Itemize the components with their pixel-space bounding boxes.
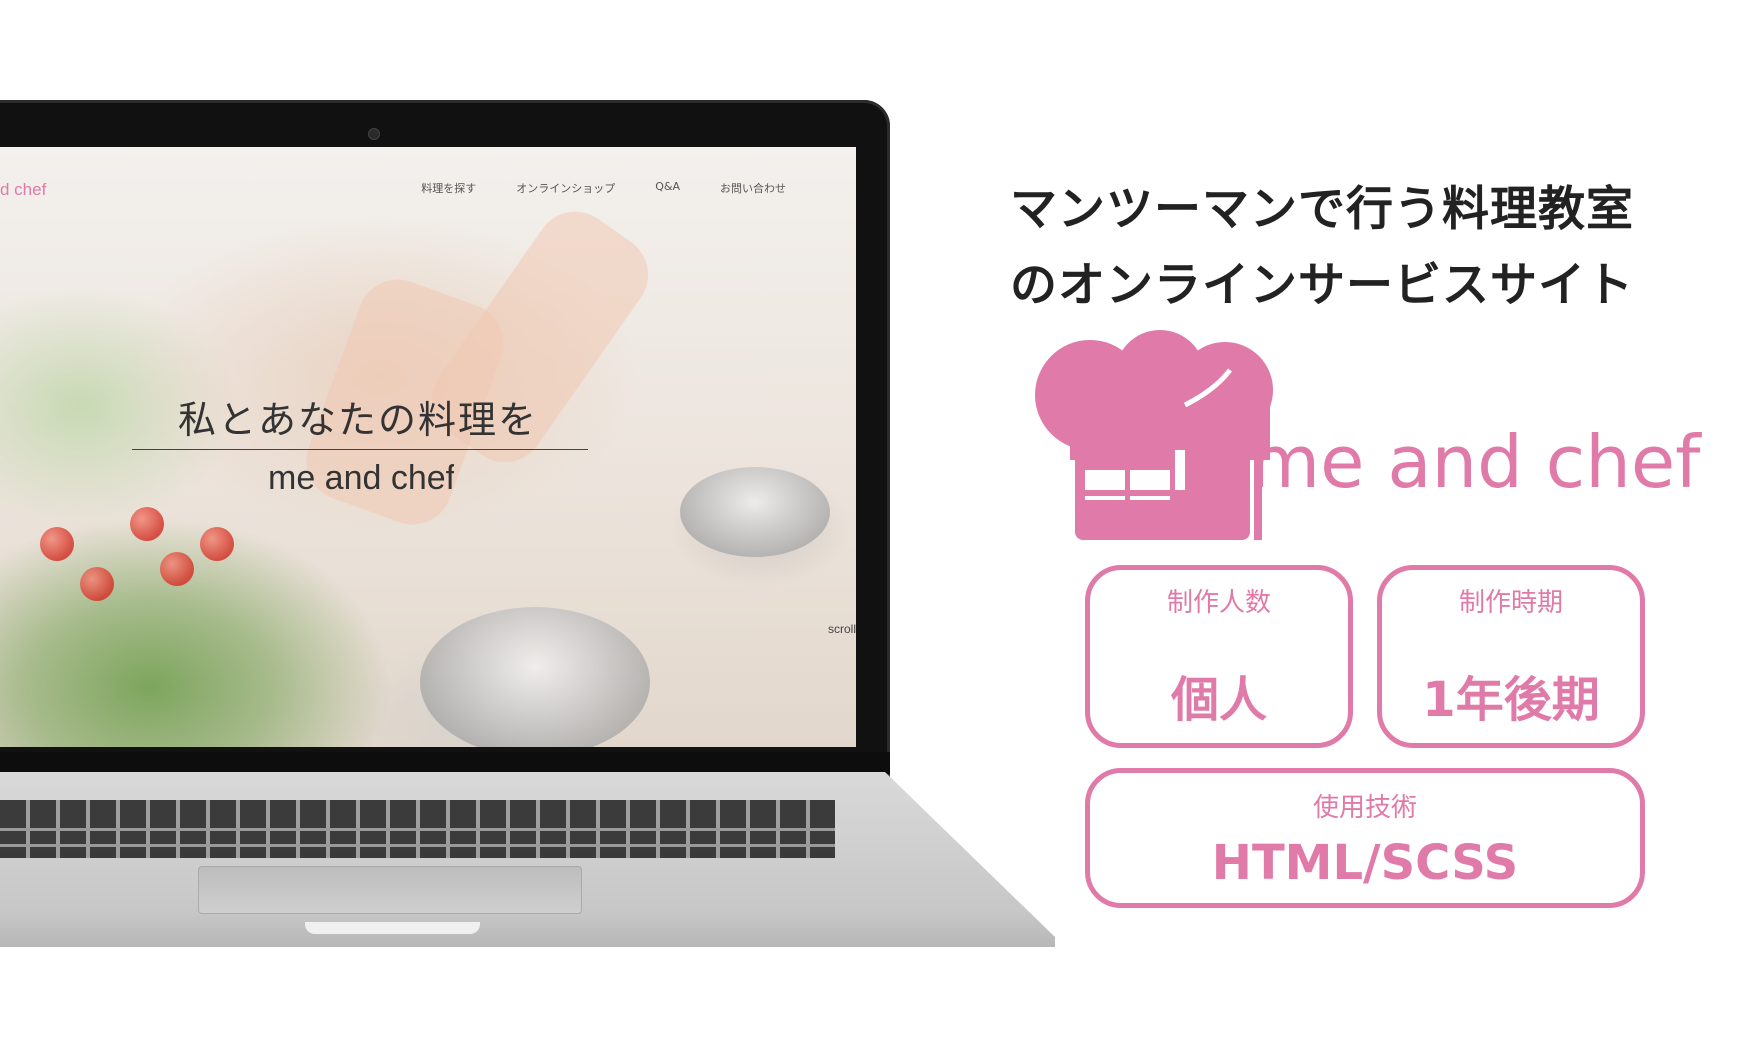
tech-box: 使用技術 HTML/SCSS bbox=[1085, 768, 1645, 908]
tomato-shape bbox=[200, 527, 234, 561]
chef-hat-house-logo-icon bbox=[1035, 330, 1273, 540]
nav-item-qa[interactable]: Q&A bbox=[655, 180, 680, 196]
period-box: 制作時期 1年後期 bbox=[1377, 565, 1645, 748]
laptop-base bbox=[0, 772, 1055, 947]
laptop-hinge bbox=[0, 752, 890, 774]
trackpad bbox=[198, 866, 582, 914]
tech-value: HTML/SCSS bbox=[1211, 835, 1519, 891]
tomato-shape bbox=[160, 552, 194, 586]
nav-item-online-shop[interactable]: オンラインショップ bbox=[516, 180, 615, 196]
scroll-indicator[interactable]: scroll bbox=[828, 622, 856, 636]
tech-label: 使用技術 bbox=[1312, 793, 1417, 823]
nav-item-search-recipes[interactable]: 料理を探す bbox=[421, 180, 476, 196]
bowl-shape bbox=[420, 607, 650, 747]
nav-item-contact[interactable]: お問い合わせ bbox=[720, 180, 786, 196]
period-value: 1年後期 bbox=[1422, 672, 1600, 728]
team-size-box: 制作人数 個人 bbox=[1085, 565, 1353, 748]
tomato-shape bbox=[80, 567, 114, 601]
headline: マンツーマンで行う料理教室 のオンラインサービスサイト bbox=[1010, 172, 1730, 324]
site-logo-partial[interactable]: d chef bbox=[0, 180, 46, 200]
team-size-label: 制作人数 bbox=[1166, 588, 1271, 618]
tomato-shape bbox=[40, 527, 74, 561]
website-screen: d chef 料理を探す オンラインショップ Q&A お問い合わせ 私とあなたの… bbox=[0, 147, 856, 747]
keyboard-divider bbox=[0, 844, 835, 847]
period-label: 制作時期 bbox=[1458, 588, 1563, 618]
bowl-shape bbox=[680, 467, 830, 557]
keyboard-divider bbox=[0, 828, 835, 831]
logo-text: me and chef bbox=[1250, 420, 1701, 504]
hero-subtitle: me and chef bbox=[268, 459, 454, 497]
laptop-lip bbox=[305, 922, 480, 934]
hero-divider bbox=[132, 449, 588, 450]
tomato-shape bbox=[130, 507, 164, 541]
headline-line-2: のオンラインサービスサイト bbox=[1010, 258, 1634, 313]
headline-line-1: マンツーマンで行う料理教室 bbox=[1010, 182, 1634, 237]
team-size-value: 個人 bbox=[1170, 672, 1267, 728]
site-nav: 料理を探す オンラインショップ Q&A お問い合わせ bbox=[421, 180, 786, 196]
hero-title: 私とあなたの料理を bbox=[178, 398, 539, 442]
camera-icon bbox=[368, 128, 380, 140]
